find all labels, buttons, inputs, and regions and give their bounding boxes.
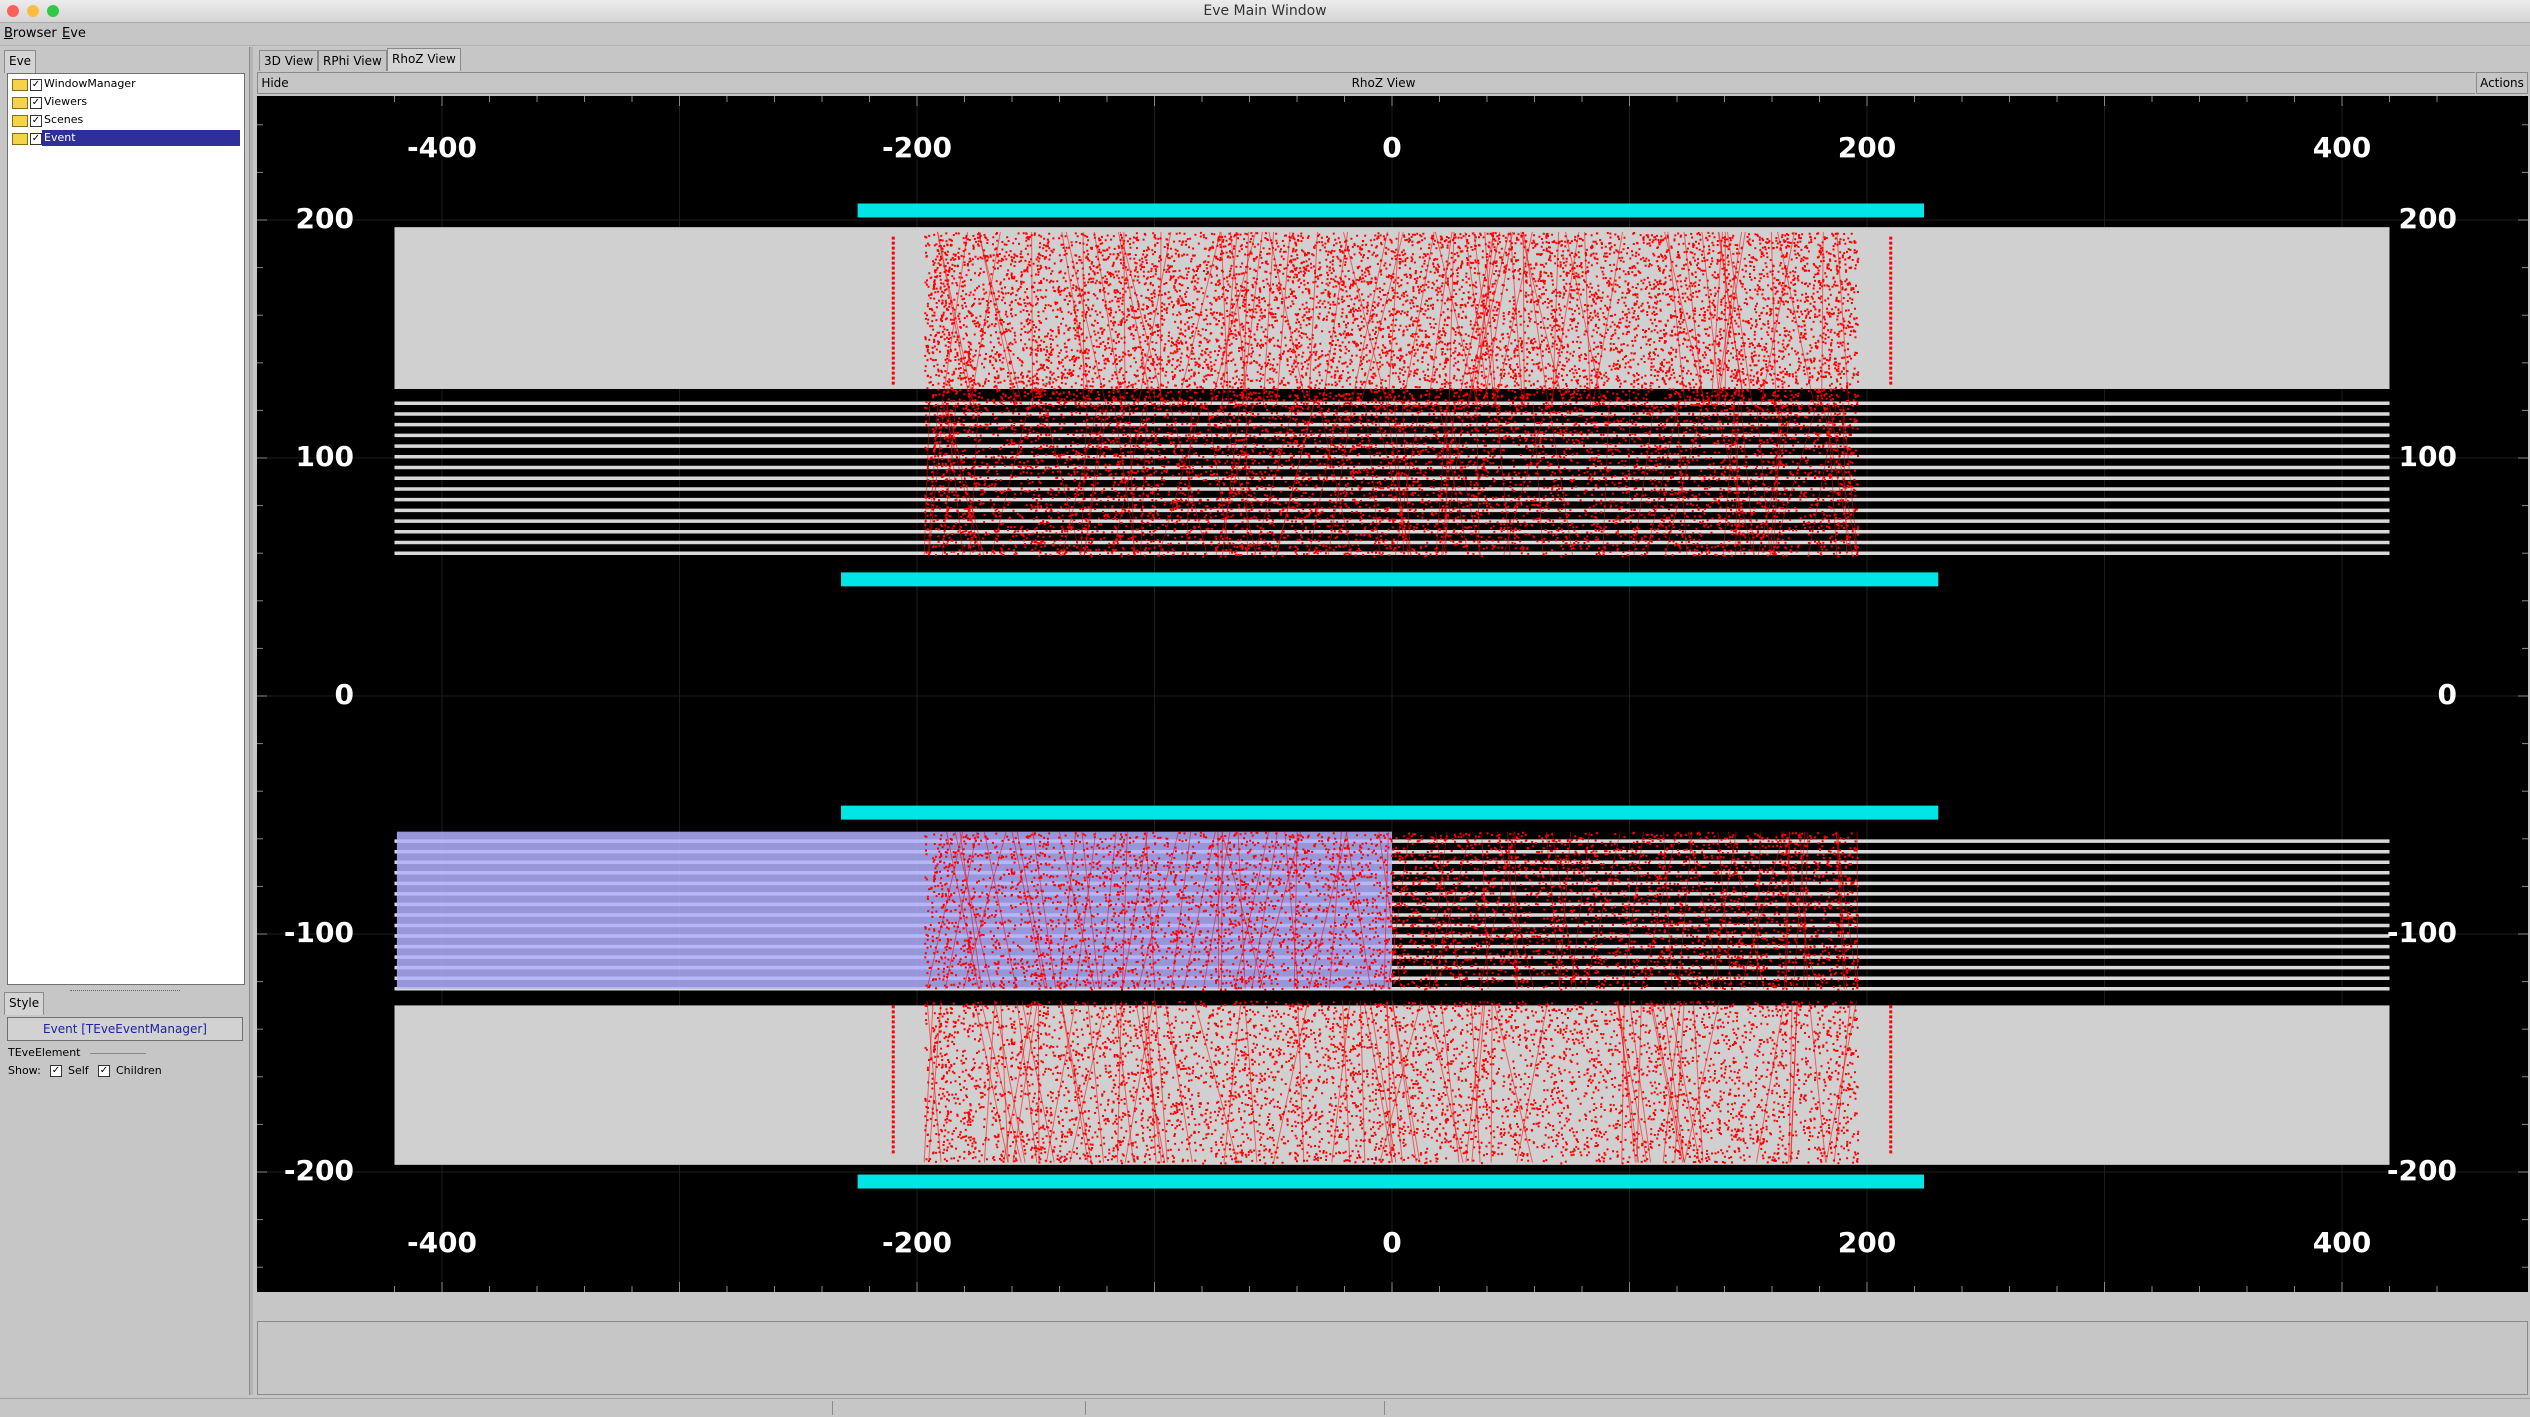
track-streak bbox=[1559, 832, 1570, 989]
boundary-bar bbox=[841, 806, 1938, 820]
self-checkbox[interactable]: ✓ bbox=[50, 1065, 62, 1077]
tick-label: 400 bbox=[2313, 1226, 2371, 1259]
track-streak bbox=[1712, 832, 1737, 989]
separator bbox=[90, 1053, 146, 1054]
command-panel[interactable] bbox=[257, 1321, 2528, 1395]
visibility-checkbox[interactable]: ✓ bbox=[30, 79, 42, 91]
tick-label: 0 bbox=[1382, 1226, 1401, 1259]
tab-rhoz-view[interactable]: RhoZ View bbox=[387, 48, 461, 71]
view-title: RhoZ View bbox=[292, 72, 2475, 94]
tree-item-label: Viewers bbox=[44, 94, 87, 110]
main-splitter[interactable] bbox=[249, 47, 253, 1395]
tick-label: -200 bbox=[882, 1226, 952, 1259]
tick-label: -400 bbox=[407, 1226, 477, 1259]
show-label: Show: bbox=[8, 1064, 41, 1077]
boundary-bar bbox=[841, 572, 1938, 586]
tick-label: 200 bbox=[1838, 131, 1896, 164]
tick-label: -400 bbox=[407, 131, 477, 164]
boundary-bar bbox=[858, 1175, 1924, 1189]
tree-item-event[interactable]: ✓ Event bbox=[8, 130, 244, 146]
status-segment bbox=[832, 1401, 833, 1415]
tree-item-label: Scenes bbox=[44, 112, 83, 128]
hide-button[interactable]: Hide bbox=[257, 72, 293, 94]
visibility-checkbox[interactable]: ✓ bbox=[30, 133, 42, 145]
track-streak bbox=[1038, 1001, 1039, 1163]
rhoz-projection[interactable]: -400 -400 -200 -200 0 0 200 200 400 400 200 200 100 1… bbox=[257, 96, 2528, 1292]
tree-item-windowmanager[interactable]: ✓ WindowManager bbox=[8, 76, 244, 92]
track-streak bbox=[1083, 232, 1084, 406]
track-streak bbox=[1585, 832, 1620, 989]
tree-item-scenes[interactable]: ✓ Scenes bbox=[8, 112, 244, 128]
folder-icon bbox=[12, 79, 28, 91]
tree-item-viewers[interactable]: ✓ Viewers bbox=[8, 94, 244, 110]
tab-3d-view[interactable]: 3D View bbox=[259, 50, 318, 71]
menu-browser[interactable]: Browser bbox=[4, 26, 57, 41]
tick-label: 200 bbox=[2399, 202, 2457, 235]
tick-label: -200 bbox=[882, 131, 952, 164]
track-streak bbox=[1664, 832, 1673, 989]
tick-label: -200 bbox=[2387, 1154, 2457, 1187]
tree-splitter[interactable] bbox=[70, 984, 180, 991]
tab-eve[interactable]: Eve bbox=[4, 50, 36, 73]
children-checkbox[interactable]: ✓ bbox=[98, 1065, 110, 1077]
menubar: Browser Eve bbox=[0, 23, 2530, 46]
tick-label: 200 bbox=[1838, 1226, 1896, 1259]
visibility-checkbox[interactable]: ✓ bbox=[30, 97, 42, 109]
tree-item-label: Event bbox=[42, 130, 240, 146]
folder-icon bbox=[12, 133, 28, 145]
track-streak bbox=[1435, 832, 1461, 989]
tick-label: 100 bbox=[2399, 440, 2457, 473]
element-button[interactable]: Event [TEveEventManager] bbox=[7, 1017, 243, 1041]
visibility-checkbox[interactable]: ✓ bbox=[30, 115, 42, 127]
tick-label: -200 bbox=[284, 1154, 354, 1187]
tick-label: 0 bbox=[2438, 678, 2457, 711]
tick-label: -100 bbox=[284, 916, 354, 949]
boundary-bar bbox=[858, 203, 1924, 217]
status-segment bbox=[1384, 1401, 1385, 1415]
tab-style[interactable]: Style bbox=[4, 992, 44, 1015]
folder-icon bbox=[12, 115, 28, 127]
tick-label: 0 bbox=[335, 678, 354, 711]
view-splitter[interactable] bbox=[257, 1293, 2528, 1319]
tick-label: -100 bbox=[2387, 916, 2457, 949]
tick-label: 0 bbox=[1382, 131, 1401, 164]
eve-tree: ✓ WindowManager ✓ Viewers ✓ Scenes ✓ Eve… bbox=[7, 73, 245, 985]
element-class-label: TEveElement bbox=[8, 1046, 81, 1059]
track-streak bbox=[1741, 832, 1785, 989]
window-title: Eve Main Window bbox=[0, 3, 2530, 19]
menu-eve[interactable]: Eve bbox=[62, 26, 86, 41]
folder-icon bbox=[12, 97, 28, 109]
tick-label: 100 bbox=[296, 440, 354, 473]
tab-rphi-view[interactable]: RPhi View bbox=[318, 50, 387, 71]
track-streak bbox=[1218, 832, 1219, 989]
rhoz-viewport[interactable]: -400 -400 -200 -200 0 0 200 200 400 400 200 200 100 1… bbox=[257, 96, 2528, 1292]
window-titlebar: Eve Main Window bbox=[0, 0, 2530, 23]
tick-label: 200 bbox=[296, 202, 354, 235]
status-bar bbox=[0, 1398, 2530, 1417]
self-label: Self bbox=[68, 1064, 89, 1077]
tree-item-label: WindowManager bbox=[44, 76, 136, 92]
track-streak bbox=[1623, 832, 1644, 989]
status-segment bbox=[1085, 1401, 1086, 1415]
tick-label: 400 bbox=[2313, 131, 2371, 164]
children-label: Children bbox=[116, 1064, 162, 1077]
actions-button[interactable]: Actions bbox=[2476, 72, 2528, 94]
